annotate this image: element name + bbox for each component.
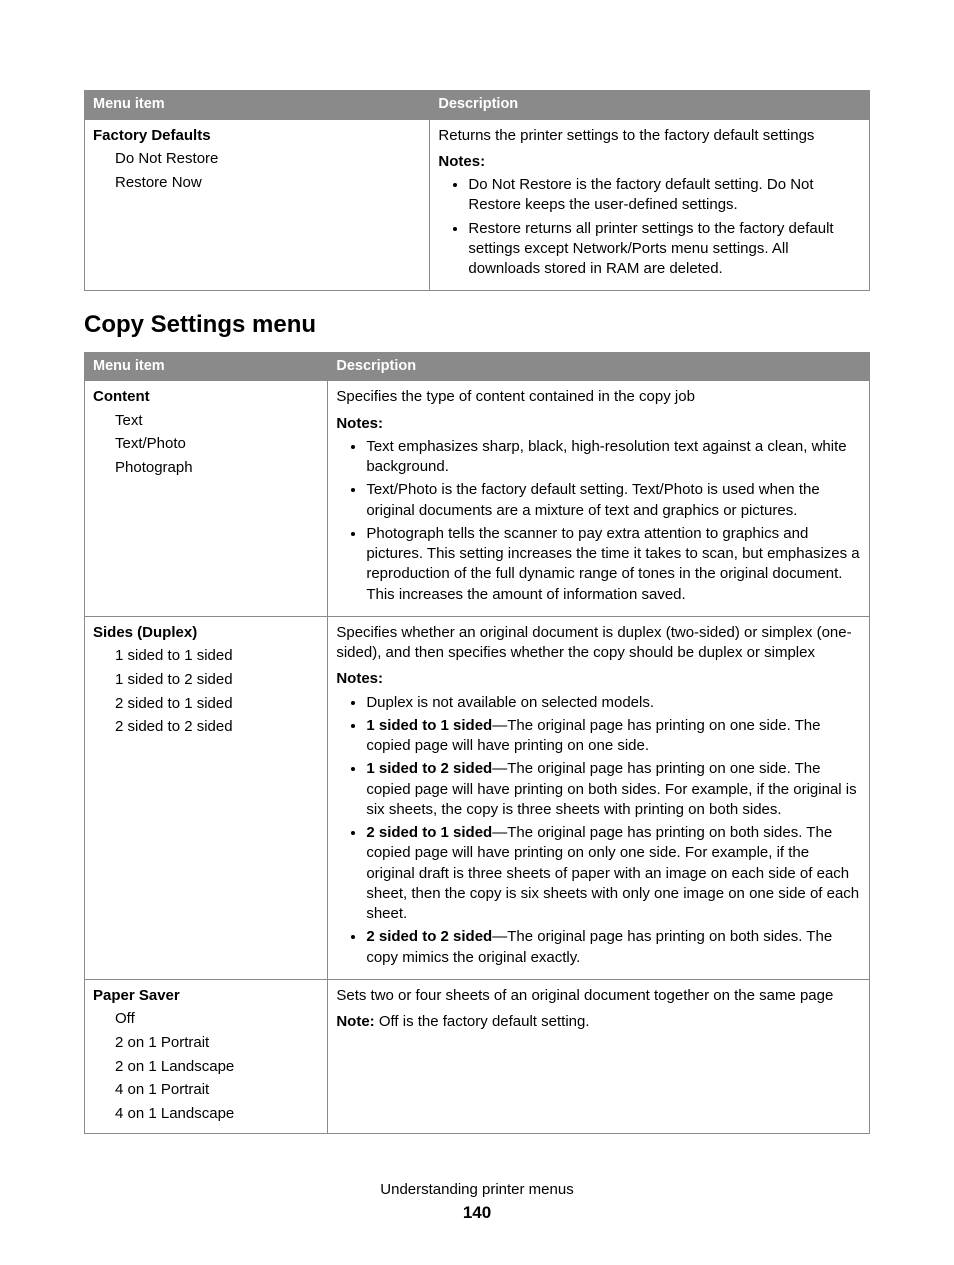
col-header-menu: Menu item: [85, 91, 430, 120]
note-item: Duplex is not available on selected mode…: [366, 693, 861, 713]
table-row: Content Text Text/Photo Photograph Speci…: [85, 381, 870, 617]
menu-item-option: Text/Photo: [93, 433, 319, 455]
description-text: Returns the printer settings to the fact…: [438, 126, 861, 146]
page-number: 140: [84, 1202, 870, 1225]
menu-item-option: Text: [93, 410, 319, 432]
table-row: Factory Defaults Do Not Restore Restore …: [85, 119, 870, 291]
note-item: 2 sided to 2 sided—The original page has…: [366, 927, 861, 968]
col-header-desc: Description: [328, 352, 870, 381]
menu-item-title: Content: [93, 387, 319, 407]
note-item: Photograph tells the scanner to pay extr…: [366, 524, 861, 605]
note-item: Do Not Restore is the factory default se…: [468, 175, 861, 216]
note-item: Text/Photo is the factory default settin…: [366, 480, 861, 521]
table-row: Paper Saver Off 2 on 1 Portrait 2 on 1 L…: [85, 979, 870, 1133]
menu-item-option: 1 sided to 1 sided: [93, 645, 319, 667]
menu-item-option: 2 on 1 Landscape: [93, 1056, 319, 1078]
footer-section-title: Understanding printer menus: [84, 1180, 870, 1200]
menu-item-title: Paper Saver: [93, 986, 319, 1006]
menu-item-option: 2 sided to 1 sided: [93, 693, 319, 715]
col-header-menu: Menu item: [85, 352, 328, 381]
notes-label: Notes:: [438, 152, 861, 172]
menu-item-option: 2 sided to 2 sided: [93, 716, 319, 738]
menu-item-option: 1 sided to 2 sided: [93, 669, 319, 691]
note-item: 1 sided to 2 sided—The original page has…: [366, 759, 861, 820]
menu-item-option: Off: [93, 1008, 319, 1030]
notes-list: Duplex is not available on selected mode…: [336, 693, 861, 968]
table-row: Sides (Duplex) 1 sided to 1 sided 1 side…: [85, 616, 870, 979]
menu-item-title: Sides (Duplex): [93, 623, 319, 643]
notes-list: Do Not Restore is the factory default se…: [438, 175, 861, 279]
note-item: 2 sided to 1 sided—The original page has…: [366, 823, 861, 924]
notes-label: Notes:: [336, 414, 861, 434]
note-line: Note: Off is the factory default setting…: [336, 1012, 861, 1032]
menu-item-title: Factory Defaults: [93, 126, 421, 146]
menu-item-option: Do Not Restore: [93, 148, 421, 170]
table-factory-defaults: Menu item Description Factory Defaults D…: [84, 90, 870, 291]
notes-list: Text emphasizes sharp, black, high-resol…: [336, 437, 861, 605]
note-item: 1 sided to 1 sided—The original page has…: [366, 716, 861, 757]
menu-item-option: 4 on 1 Landscape: [93, 1103, 319, 1125]
menu-item-option: 4 on 1 Portrait: [93, 1079, 319, 1101]
note-item: Text emphasizes sharp, black, high-resol…: [366, 437, 861, 478]
notes-label: Notes:: [336, 669, 861, 689]
menu-item-option: Restore Now: [93, 172, 421, 194]
page-footer: Understanding printer menus 140: [84, 1180, 870, 1225]
table-copy-settings: Menu item Description Content Text Text/…: [84, 352, 870, 1134]
section-heading: Copy Settings menu: [84, 309, 870, 341]
note-item: Restore returns all printer settings to …: [468, 219, 861, 280]
description-text: Sets two or four sheets of an original d…: [336, 986, 861, 1006]
menu-item-option: Photograph: [93, 457, 319, 479]
description-text: Specifies the type of content contained …: [336, 387, 861, 407]
description-text: Specifies whether an original document i…: [336, 623, 861, 664]
col-header-desc: Description: [430, 91, 870, 120]
menu-item-option: 2 on 1 Portrait: [93, 1032, 319, 1054]
